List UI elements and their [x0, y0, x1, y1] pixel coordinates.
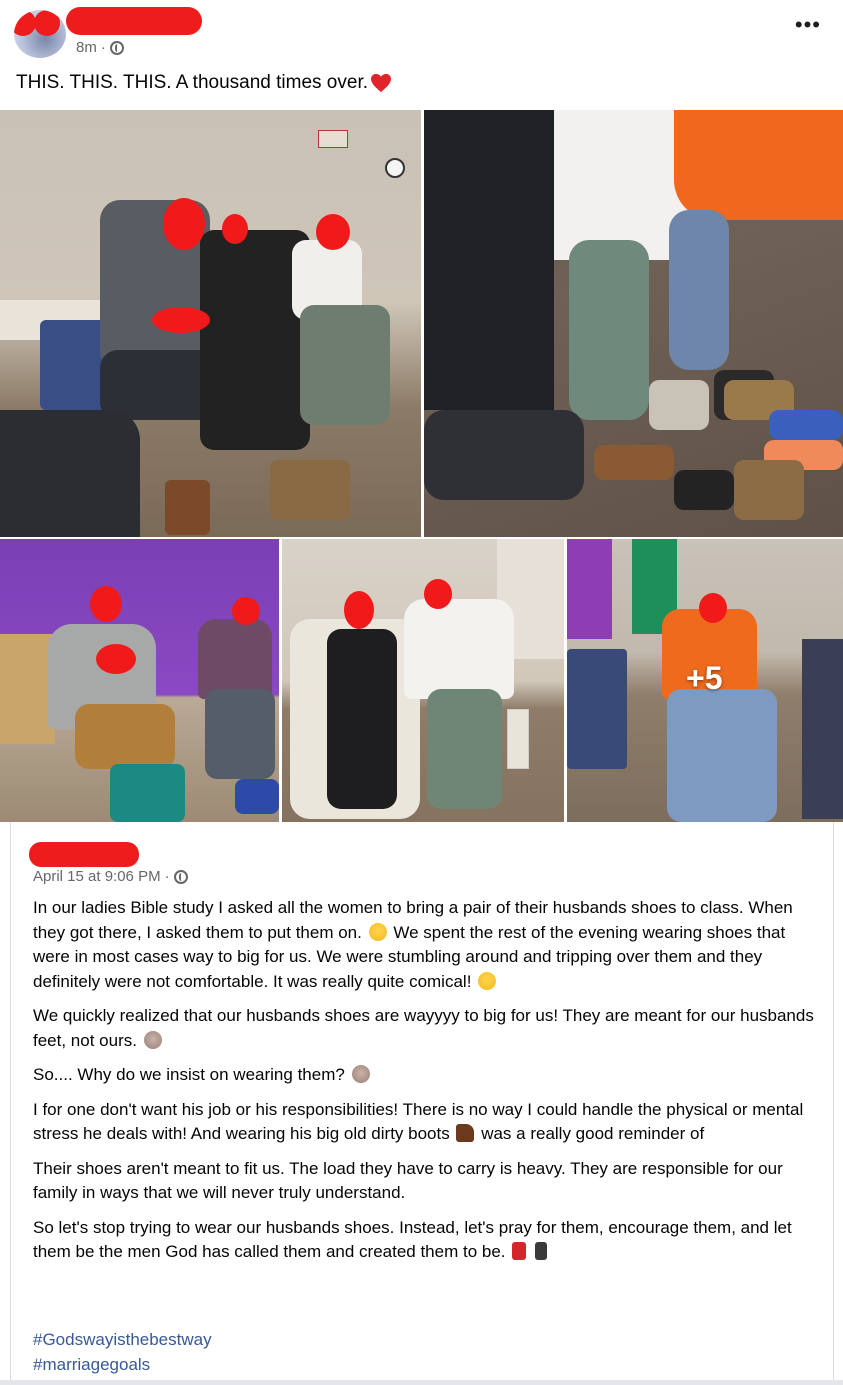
- shoe: [769, 410, 843, 440]
- hashtags: #Godswayisthebestway #marriagegoals: [33, 1328, 212, 1377]
- shared-author-redaction[interactable]: [29, 842, 139, 867]
- facepalm-emoji: [143, 1030, 162, 1049]
- avatar-redaction: [34, 10, 60, 36]
- avatar[interactable]: [14, 10, 66, 58]
- dark-pants: [424, 410, 584, 500]
- black-outfit: [424, 110, 554, 410]
- person-edge: [802, 639, 843, 819]
- person-pants: [205, 689, 275, 779]
- shoe: [235, 779, 279, 814]
- photo-4[interactable]: [282, 539, 564, 822]
- boots: [110, 764, 185, 822]
- face-redaction: [90, 586, 122, 622]
- jeans: [669, 210, 729, 370]
- meta-separator: ·: [164, 868, 170, 885]
- shared-post-meta: April 15 at 9:06 PM ·: [33, 868, 188, 885]
- post-text: THIS. THIS. THIS. A thousand times over.: [16, 72, 392, 94]
- shared-post-date[interactable]: April 15 at 9:06 PM: [33, 868, 161, 885]
- boot: [270, 460, 350, 520]
- jeans: [667, 689, 777, 822]
- person-pants: [75, 704, 175, 769]
- avatar-redaction: [14, 10, 36, 36]
- boot: [734, 460, 804, 520]
- photo-3[interactable]: [0, 539, 279, 822]
- exit-sign: [318, 130, 348, 148]
- green-pants: [427, 689, 502, 809]
- post-text-content: THIS. THIS. THIS. A thousand times over.: [16, 72, 369, 93]
- post-meta: 8m ·: [76, 39, 124, 56]
- paragraph: I for one don't want his job or his resp…: [33, 1098, 823, 1147]
- face-redaction: [699, 593, 727, 623]
- globe-icon[interactable]: [109, 40, 124, 55]
- shared-post: April 15 at 9:06 PM · In our ladies Bibl…: [10, 822, 834, 1382]
- clock: [385, 158, 405, 178]
- shirt-redaction: [152, 307, 210, 333]
- post-header: 8m · ••• THIS. THIS. THIS. A thousand ti…: [0, 0, 843, 110]
- face-redaction: [316, 214, 350, 250]
- paragraph-text: So let's stop trying to wear our husband…: [33, 1217, 792, 1262]
- person-3-pants: [300, 305, 390, 425]
- paragraph: So let's stop trying to wear our husband…: [33, 1216, 823, 1265]
- paragraph: Their shoes aren't meant to fit us. The …: [33, 1157, 823, 1206]
- more-options-button[interactable]: •••: [795, 14, 821, 36]
- shared-post-body: In our ladies Bible study I asked all th…: [33, 896, 823, 1275]
- laugh-emoji: [478, 971, 497, 990]
- more-photos-count[interactable]: +5: [686, 660, 722, 697]
- shoe: [594, 445, 674, 480]
- globe-icon[interactable]: [173, 869, 188, 884]
- orange-shirt: [674, 110, 843, 220]
- boot-emoji: [456, 1124, 475, 1142]
- person-shirt: [198, 619, 272, 699]
- paragraph-text: So.... Why do we insist on wearing them?: [33, 1065, 345, 1084]
- bag: [507, 709, 529, 769]
- meta-separator: ·: [100, 39, 106, 56]
- boot: [165, 480, 210, 535]
- shelf: [0, 634, 55, 744]
- face-redaction: [344, 591, 374, 629]
- face-redaction: [222, 214, 248, 244]
- heart-icon: [371, 73, 392, 93]
- face-redaction: [232, 597, 260, 625]
- post-time[interactable]: 8m: [76, 39, 97, 56]
- paragraph: So.... Why do we insist on wearing them?: [33, 1063, 823, 1088]
- green-pants: [569, 240, 649, 420]
- person-4: [0, 410, 140, 537]
- face-redaction: [163, 198, 205, 250]
- author-name-redaction[interactable]: [66, 7, 202, 35]
- hashtag-link[interactable]: #marriagegoals: [33, 1353, 212, 1378]
- paragraph-text: Their shoes aren't meant to fit us. The …: [33, 1158, 783, 1203]
- photo-1[interactable]: [0, 110, 421, 537]
- hashtag-link[interactable]: #Godswayisthebestway: [33, 1328, 212, 1353]
- photo-2[interactable]: [424, 110, 843, 537]
- paragraph: We quickly realized that our husbands sh…: [33, 1004, 823, 1053]
- white-blouse: [404, 599, 514, 699]
- dancer-emoji: [512, 1242, 527, 1260]
- shirt-redaction: [96, 644, 136, 674]
- shoe: [649, 380, 709, 430]
- shoe: [674, 470, 734, 510]
- paragraph: In our ladies Bible study I asked all th…: [33, 896, 823, 994]
- man-emoji: [534, 1242, 547, 1260]
- facepalm-emoji: [351, 1065, 370, 1083]
- face-redaction: [424, 579, 452, 609]
- chair: [567, 649, 627, 769]
- stacked-chairs: [567, 539, 612, 639]
- smile-emoji: [368, 922, 387, 941]
- paragraph-text: was a really good reminder of: [481, 1124, 705, 1143]
- bottom-divider: [0, 1380, 843, 1385]
- black-outfit: [327, 629, 397, 809]
